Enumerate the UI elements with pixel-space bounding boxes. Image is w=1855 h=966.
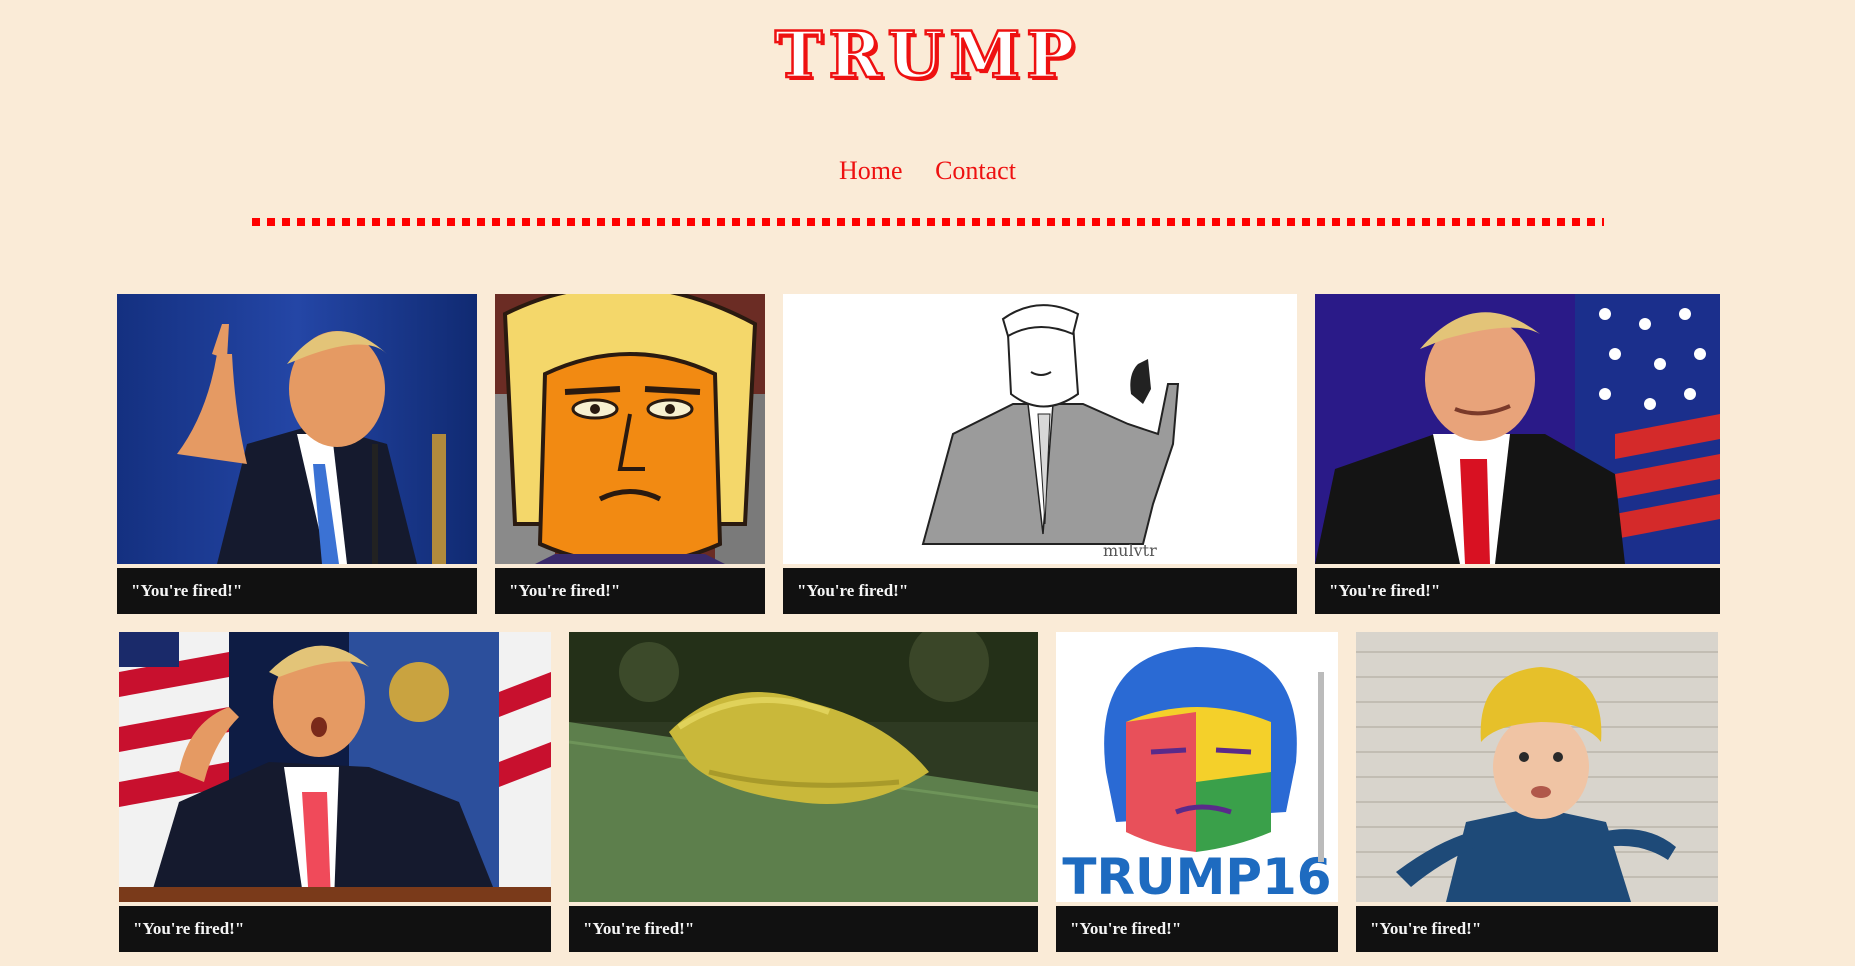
gallery-card[interactable]: "You're fired!" [1315, 294, 1720, 614]
image-caption: "You're fired!" [495, 568, 765, 614]
gallery-card[interactable]: "You're fired!" [569, 632, 1038, 952]
main-nav: Home Contact [0, 154, 1855, 188]
pop-art-text: TRUMP16 [1062, 848, 1331, 902]
trump-pointing-finger-image [117, 294, 477, 564]
gallery-card[interactable]: "You're fired!" [1356, 632, 1718, 952]
image-caption: "You're fired!" [1315, 568, 1720, 614]
caterpillar-image [569, 632, 1038, 902]
nav-link-home[interactable]: Home [839, 156, 903, 185]
image-caption: "You're fired!" [1356, 906, 1718, 952]
gallery-card[interactable]: "You're fired!" [117, 294, 477, 614]
svg-text:mulvtr: mulvtr [1103, 541, 1157, 560]
image-caption: "You're fired!" [119, 906, 551, 952]
gallery-card[interactable]: mulvtr "You're fired!" [783, 294, 1297, 614]
gallery-card[interactable]: "You're fired!" [119, 632, 551, 952]
child-wig-image [1356, 632, 1718, 902]
image-caption: "You're fired!" [783, 568, 1297, 614]
trump-smiling-image [1315, 294, 1720, 564]
image-caption: "You're fired!" [117, 568, 477, 614]
site-title: TRUMP [773, 17, 1081, 95]
dotted-divider [252, 218, 1604, 226]
trump-surprised-image [119, 632, 551, 902]
image-caption: "You're fired!" [569, 906, 1038, 952]
trump-cartoon-image [495, 294, 765, 564]
gallery-card[interactable]: TRUMP16 "You're fired!" [1056, 632, 1338, 952]
trump-sketch-image: mulvtr [783, 294, 1297, 564]
gallery-card[interactable]: "You're fired!" [495, 294, 765, 614]
nav-link-contact[interactable]: Contact [935, 156, 1016, 185]
trump-pop-art-image: TRUMP16 [1056, 632, 1338, 902]
image-caption: "You're fired!" [1056, 906, 1338, 952]
